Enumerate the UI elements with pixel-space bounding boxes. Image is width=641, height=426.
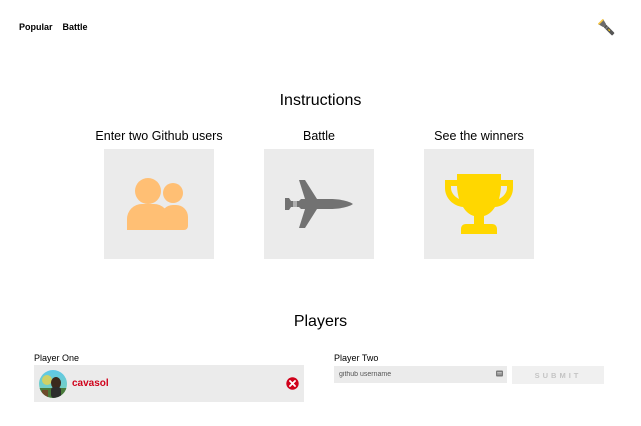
flashlight-icon bbox=[597, 18, 615, 36]
theme-toggle-button[interactable] bbox=[597, 18, 617, 38]
instruction-label: Enter two Github users bbox=[95, 129, 223, 143]
trophy-icon bbox=[445, 174, 513, 234]
instruction-icon-box bbox=[104, 149, 214, 259]
instruction-icon-box bbox=[264, 149, 374, 259]
avatar-image bbox=[39, 369, 67, 398]
player-one-preview: cavasol bbox=[34, 365, 304, 402]
instruction-label: Battle bbox=[303, 129, 335, 143]
player-two-submit-button[interactable]: SUBMIT bbox=[512, 366, 604, 384]
nav-link-popular[interactable]: Popular bbox=[19, 22, 53, 32]
top-nav: Popular Battle bbox=[19, 22, 88, 32]
player-two-username-input[interactable] bbox=[334, 366, 507, 383]
instructions-title: Instructions bbox=[279, 92, 362, 109]
players-title: Players bbox=[293, 313, 348, 330]
close-circle-icon bbox=[286, 377, 299, 390]
player-two-label: Player Two bbox=[334, 353, 379, 363]
battle-page: Popular Battle Instructions Enter two Gi… bbox=[0, 0, 641, 426]
instruction-card-battle: Battle bbox=[264, 128, 374, 259]
fighter-jet-icon bbox=[285, 180, 353, 228]
users-icon bbox=[127, 178, 188, 230]
player-one-username-link[interactable]: cavasol bbox=[72, 378, 109, 389]
nav-link-battle[interactable]: Battle bbox=[63, 22, 88, 32]
instruction-label: See the winners bbox=[434, 129, 524, 143]
reset-player-one-button[interactable] bbox=[286, 377, 299, 390]
player-one-label: Player One bbox=[34, 353, 80, 363]
instruction-card-enter-users: Enter two Github users bbox=[95, 128, 223, 259]
instruction-icon-box bbox=[424, 149, 534, 259]
instruction-card-winners: See the winners bbox=[424, 128, 534, 259]
avatar bbox=[39, 369, 67, 398]
autofill-icon bbox=[496, 370, 503, 377]
